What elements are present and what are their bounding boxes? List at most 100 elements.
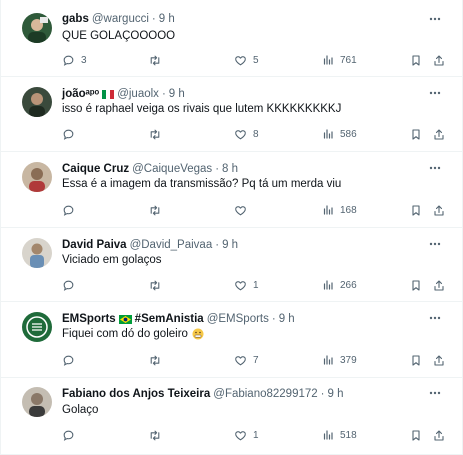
tweet-header: Fabiano dos Anjos Teixeira @Fabiano82299… (62, 386, 344, 402)
tweet-text: QUE GOLAÇOOOOO (62, 30, 176, 42)
timestamp[interactable]: 9 h (169, 86, 185, 102)
share-button[interactable] (433, 353, 445, 367)
retweet-button[interactable] (148, 53, 168, 67)
user-handle[interactable]: @Fabiano82299172 (213, 386, 317, 402)
display-name[interactable]: EMSports (62, 311, 116, 327)
retweet-icon (150, 205, 160, 215)
avatar[interactable] (22, 387, 52, 417)
like-button[interactable]: 7 (234, 353, 259, 367)
timestamp[interactable]: 9 h (222, 237, 238, 253)
user-handle[interactable]: @EMSports (207, 311, 269, 327)
like-count: 5 (253, 54, 259, 66)
display-name[interactable]: Fabiano dos Anjos Teixeira (62, 386, 210, 402)
like-button[interactable]: 8 (234, 127, 259, 141)
display-name[interactable]: joãoᵃᵖᵒ (62, 86, 99, 102)
views-chart-icon (323, 205, 333, 215)
tweet-actions: 1 266 (62, 278, 452, 292)
share-button[interactable] (433, 127, 445, 141)
reply-button[interactable] (62, 278, 81, 292)
bookmark-icon (412, 128, 420, 140)
bookmark-button[interactable] (410, 278, 422, 292)
avatar[interactable] (22, 87, 52, 117)
bookmark-icon (412, 204, 420, 216)
retweet-icon (150, 430, 160, 440)
tweet-actions: 8 586 (62, 127, 452, 141)
views-button[interactable]: 168 (322, 203, 357, 217)
retweet-icon (150, 280, 160, 290)
more-options-icon[interactable] (428, 88, 442, 98)
views-chart-icon (323, 129, 333, 139)
share-icon (434, 354, 444, 366)
more-options-icon[interactable] (428, 239, 442, 249)
grimacing-face-icon (192, 328, 204, 340)
share-icon (434, 204, 444, 216)
tweet-text: isso é raphael veiga os rivais que lutem… (62, 103, 342, 115)
more-options-icon[interactable] (428, 388, 442, 398)
display-name[interactable]: David Paiva (62, 237, 127, 253)
views-button[interactable]: 761 (322, 53, 357, 67)
reply-tweet[interactable]: Caique Cruz @CaiqueVegas · 8 h Essa é a … (1, 152, 462, 228)
display-name-hashtag[interactable]: #SemAnistia (135, 311, 204, 327)
views-button[interactable]: 518 (322, 428, 357, 442)
avatar[interactable] (22, 238, 52, 268)
reply-tweet[interactable]: David Paiva @David_Paivaa · 9 h Viciado … (1, 228, 462, 302)
display-name[interactable]: Caique Cruz (62, 161, 129, 177)
brazil-flag-icon (118, 314, 132, 324)
reply-tweet[interactable]: joãoᵃᵖᵒ @juaolx · 9 h isso é raphael vei… (1, 77, 462, 152)
share-icon (434, 54, 444, 66)
avatar[interactable] (22, 312, 52, 342)
reply-icon (63, 430, 74, 441)
retweet-button[interactable] (148, 127, 168, 141)
bookmark-button[interactable] (410, 428, 422, 442)
retweet-icon (150, 129, 160, 139)
like-button[interactable]: 5 (234, 53, 259, 67)
user-handle[interactable]: @David_Paivaa (130, 237, 213, 253)
more-options-icon[interactable] (428, 14, 442, 24)
retweet-button[interactable] (148, 278, 168, 292)
heart-icon (235, 280, 246, 290)
reply-button[interactable]: 3 (62, 53, 87, 67)
reply-button[interactable] (62, 127, 81, 141)
separator-dot: · (215, 239, 220, 251)
avatar[interactable] (22, 162, 52, 192)
bookmark-button[interactable] (410, 353, 422, 367)
separator-dot: · (161, 88, 166, 100)
reply-button[interactable] (62, 353, 81, 367)
reply-button[interactable] (62, 203, 81, 217)
views-button[interactable]: 586 (322, 127, 357, 141)
avatar[interactable] (22, 13, 52, 43)
share-button[interactable] (433, 203, 445, 217)
like-button[interactable]: 1 (234, 428, 259, 442)
user-handle[interactable]: @juaolx (117, 86, 159, 102)
reply-count: 3 (81, 54, 87, 66)
like-button[interactable] (234, 203, 253, 217)
reply-tweet[interactable]: EMSports #SemAnistia @EMSports · 9 h Fiq… (1, 302, 462, 378)
retweet-button[interactable] (148, 353, 168, 367)
display-name[interactable]: gabs (62, 11, 89, 27)
timestamp[interactable]: 9 h (159, 11, 175, 27)
share-button[interactable] (433, 278, 445, 292)
more-options-icon[interactable] (428, 163, 442, 173)
share-button[interactable] (433, 53, 445, 67)
like-count: 1 (253, 429, 259, 441)
reply-tweet[interactable]: Fabiano dos Anjos Teixeira @Fabiano82299… (1, 378, 462, 455)
bookmark-button[interactable] (410, 127, 422, 141)
more-options-icon[interactable] (428, 313, 442, 323)
like-button[interactable]: 1 (234, 278, 259, 292)
timestamp[interactable]: 9 h (279, 311, 295, 327)
bookmark-button[interactable] (410, 53, 422, 67)
bookmark-button[interactable] (410, 203, 422, 217)
retweet-button[interactable] (148, 203, 168, 217)
italy-flag-icon (102, 89, 115, 99)
share-button[interactable] (433, 428, 445, 442)
timestamp[interactable]: 8 h (222, 161, 238, 177)
retweet-button[interactable] (148, 428, 168, 442)
reply-tweet[interactable]: gabs @wargucci · 9 h QUE GOLAÇOOOOO 3 5 (1, 0, 462, 77)
reply-button[interactable] (62, 428, 81, 442)
user-handle[interactable]: @wargucci (92, 11, 149, 27)
views-button[interactable]: 379 (322, 353, 357, 367)
timestamp[interactable]: 9 h (328, 386, 344, 402)
bookmark-icon (412, 279, 420, 291)
user-handle[interactable]: @CaiqueVegas (132, 161, 212, 177)
views-button[interactable]: 266 (322, 278, 357, 292)
